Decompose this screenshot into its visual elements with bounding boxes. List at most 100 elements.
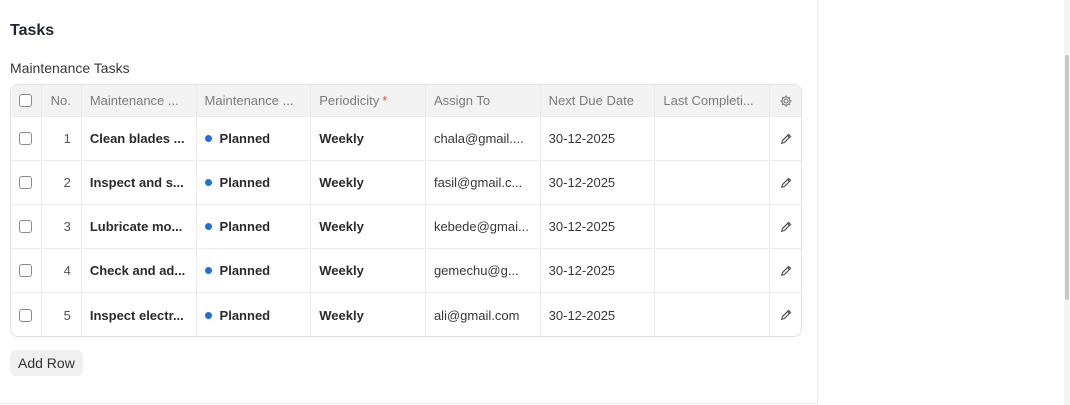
maintenance-task-cell[interactable]: Inspect and s... (82, 161, 197, 204)
row-checkbox[interactable] (19, 176, 33, 189)
edit-row-cell (770, 293, 801, 336)
assign-to-text: fasil@gmail.c... (433, 175, 523, 190)
edit-row-cell (770, 205, 801, 248)
table-row-4[interactable]: 4 Check and ad... Planned Weekly gemechu… (11, 249, 801, 293)
header-next-due-date[interactable]: Next Due Date (541, 85, 656, 116)
header-maintenance-status[interactable]: Maintenance ... (197, 85, 312, 116)
next-due-date-cell[interactable]: 30-12-2025 (541, 205, 656, 248)
assign-to-text: chala@gmail.... (433, 131, 524, 146)
pencil-icon[interactable] (779, 264, 793, 278)
next-due-date-cell[interactable]: 30-12-2025 (541, 293, 656, 336)
periodicity-cell[interactable]: Weekly (311, 293, 426, 336)
row-checkbox[interactable] (19, 132, 33, 145)
last-completion-cell[interactable] (655, 161, 771, 204)
row-number: 3 (42, 205, 82, 248)
status-cell[interactable]: Planned (197, 117, 312, 160)
status-indicator-dot (204, 135, 212, 142)
assign-to-cell[interactable]: chala@gmail.... (426, 117, 541, 160)
edit-row-cell (770, 161, 801, 204)
row-checkbox[interactable] (19, 264, 33, 277)
status-cell[interactable]: Planned (197, 205, 312, 248)
row-number-text: 2 (63, 175, 71, 190)
next-due-date-text: 30-12-2025 (548, 307, 616, 323)
periodicity-text: Weekly (319, 175, 364, 190)
assign-to-cell[interactable]: ali@gmail.com (426, 293, 541, 336)
maintenance-task-text: Inspect and s... (89, 175, 184, 190)
header-no: No. (42, 85, 82, 116)
gear-icon[interactable] (779, 94, 793, 108)
maintenance-tasks-grid: No. Maintenance ... Maintenance ... Peri… (10, 84, 802, 337)
edit-row-cell (770, 117, 801, 160)
edit-row-cell (770, 249, 801, 292)
next-due-date-text: 30-12-2025 (548, 219, 616, 234)
row-select-cell (11, 205, 42, 248)
status-cell[interactable]: Planned (197, 249, 312, 292)
row-number: 4 (42, 249, 82, 292)
table-row-3[interactable]: 3 Lubricate mo... Planned Weekly kebede@… (11, 205, 801, 249)
next-due-date-cell[interactable]: 30-12-2025 (541, 161, 656, 204)
status-cell[interactable]: Planned (197, 293, 312, 336)
pencil-icon[interactable] (779, 132, 793, 146)
last-completion-cell[interactable] (655, 205, 771, 248)
maintenance-task-text: Clean blades ... (89, 131, 185, 146)
maintenance-task-text: Inspect electr... (89, 307, 184, 323)
row-number: 2 (42, 161, 82, 204)
periodicity-text: Weekly (319, 263, 364, 278)
last-completion-cell[interactable] (655, 249, 771, 292)
maintenance-task-cell[interactable]: Check and ad... (82, 249, 197, 292)
row-number-text: 1 (63, 131, 71, 146)
periodicity-cell[interactable]: Weekly (311, 161, 426, 204)
periodicity-text: Weekly (319, 307, 364, 323)
divider (0, 403, 818, 404)
row-checkbox[interactable] (19, 308, 33, 322)
next-due-date-cell[interactable]: 30-12-2025 (541, 249, 656, 292)
pencil-icon[interactable] (779, 176, 793, 190)
table-row-5[interactable]: 5 Inspect electr... Planned Weekly ali@g… (11, 293, 801, 336)
maintenance-task-cell[interactable]: Lubricate mo... (82, 205, 197, 248)
header-assign-to[interactable]: Assign To (426, 85, 541, 116)
assign-to-text: ali@gmail.com (433, 307, 520, 323)
row-number: 5 (42, 293, 82, 336)
form-main-area: Tasks Maintenance Tasks No. Maintenance … (0, 0, 818, 405)
status-indicator-dot (204, 179, 212, 186)
status-text: Planned (219, 175, 271, 190)
periodicity-text: Weekly (319, 219, 364, 234)
required-marker: * (382, 93, 388, 108)
vertical-scrollbar[interactable] (1064, 0, 1070, 405)
table-label: Maintenance Tasks (10, 60, 130, 76)
assign-to-cell[interactable]: gemechu@g... (426, 249, 541, 292)
grid-header-row: No. Maintenance ... Maintenance ... Peri… (11, 85, 801, 117)
row-number-text: 4 (63, 263, 71, 278)
row-select-cell (11, 249, 42, 292)
next-due-date-text: 30-12-2025 (548, 175, 616, 190)
periodicity-text: Weekly (319, 131, 364, 146)
periodicity-cell[interactable]: Weekly (311, 117, 426, 160)
header-last-completion[interactable]: Last Completi... (655, 85, 771, 116)
row-number-text: 3 (63, 219, 71, 234)
periodicity-cell[interactable]: Weekly (311, 205, 426, 248)
periodicity-cell[interactable]: Weekly (311, 249, 426, 292)
table-row-2[interactable]: 2 Inspect and s... Planned Weekly fasil@… (11, 161, 801, 205)
last-completion-cell[interactable] (655, 117, 771, 160)
header-maintenance-task[interactable]: Maintenance ... (82, 85, 197, 116)
table-row-1[interactable]: 1 Clean blades ... Planned Weekly chala@… (11, 117, 801, 161)
pencil-icon[interactable] (779, 220, 793, 234)
select-all-checkbox[interactable] (19, 94, 33, 107)
maintenance-task-cell[interactable]: Inspect electr... (82, 293, 197, 336)
maintenance-task-text: Check and ad... (89, 263, 186, 278)
status-text: Planned (219, 219, 271, 234)
row-select-cell (11, 293, 42, 336)
assign-to-cell[interactable]: kebede@gmai... (426, 205, 541, 248)
status-cell[interactable]: Planned (197, 161, 312, 204)
row-select-cell (11, 161, 42, 204)
next-due-date-cell[interactable]: 30-12-2025 (541, 117, 656, 160)
row-checkbox[interactable] (19, 220, 33, 233)
scrollbar-thumb[interactable] (1065, 55, 1069, 300)
add-row-button[interactable]: Add Row (10, 350, 83, 376)
pencil-icon[interactable] (779, 308, 793, 322)
status-text: Planned (219, 307, 271, 323)
last-completion-cell[interactable] (655, 293, 771, 336)
header-periodicity[interactable]: Periodicity * (311, 85, 426, 116)
assign-to-cell[interactable]: fasil@gmail.c... (426, 161, 541, 204)
maintenance-task-cell[interactable]: Clean blades ... (82, 117, 197, 160)
